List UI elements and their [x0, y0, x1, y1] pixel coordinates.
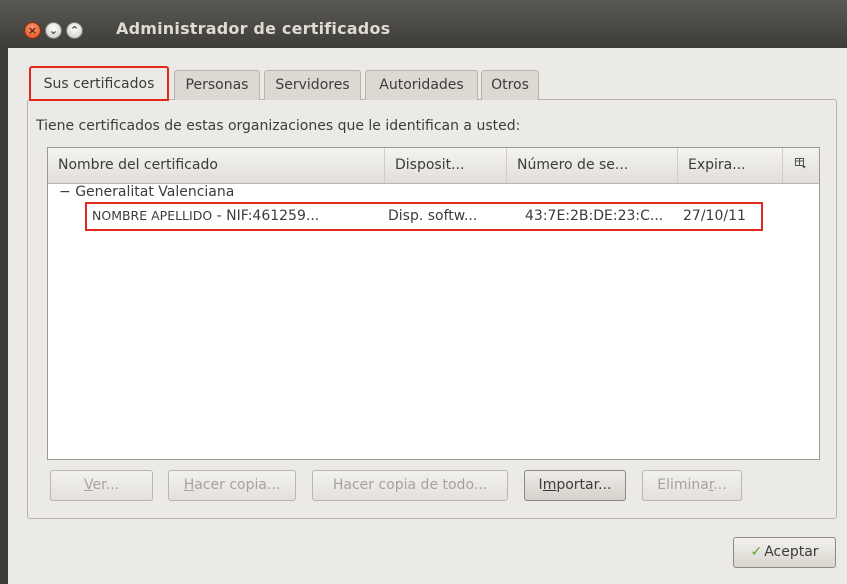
tree-group-generalitat[interactable]: − Generalitat Valenciana [59, 184, 234, 200]
tab-personas[interactable]: Personas [174, 70, 260, 100]
hacer-copia-button[interactable]: Hacer copia... [168, 470, 296, 501]
table-row[interactable]: NOMBRE APELLIDO - NIF:461259... Disp. so… [48, 205, 819, 229]
column-header-nombre[interactable]: Nombre del certificado [48, 148, 385, 183]
aceptar-label: Aceptar [764, 544, 819, 560]
column-header-expira[interactable]: Expira... [678, 148, 783, 183]
group-name: Generalitat Valenciana [75, 184, 235, 200]
aceptar-button[interactable]: ✓ Aceptar [733, 537, 836, 568]
tree-header: Nombre del certificado Disposit... Númer… [48, 148, 819, 184]
eliminar-button[interactable]: Eliminar... [642, 470, 742, 501]
column-picker-icon[interactable] [795, 148, 807, 183]
cell-device: Disp. softw... [388, 208, 478, 224]
column-header-dispositivo[interactable]: Disposit... [385, 148, 507, 183]
tab-otros[interactable]: Otros [481, 70, 539, 100]
checkmark-icon: ✓ [750, 544, 763, 560]
certificate-nif: - NIF:461259... [212, 208, 320, 224]
cell-serial: 43:7E:2B:DE:23:C... [525, 208, 664, 224]
column-header-numero-serie[interactable]: Número de se... [507, 148, 678, 183]
maximize-window-icon[interactable]: ⌃ [66, 22, 83, 39]
minimize-window-icon[interactable]: ⌄ [45, 22, 62, 39]
cell-certificate-name: NOMBRE APELLIDO - NIF:461259... [92, 208, 319, 224]
tab-servidores[interactable]: Servidores [264, 70, 361, 100]
window-border [0, 48, 8, 584]
description-text: Tiene certificados de estas organizacion… [36, 118, 521, 134]
tab-autoridades[interactable]: Autoridades [365, 70, 478, 100]
hacer-copia-de-todo-button[interactable]: Hacer copia de todo... [312, 470, 508, 501]
expander-icon[interactable]: − [59, 184, 71, 200]
tab-sus-certificados[interactable]: Sus certificados [29, 66, 169, 101]
certificate-tree[interactable]: Nombre del certificado Disposit... Númer… [47, 147, 820, 460]
cell-expires: 27/10/11 [683, 208, 746, 224]
certificate-holder-name: NOMBRE APELLIDO [92, 208, 213, 223]
importar-button[interactable]: Importar... [524, 470, 626, 501]
window-title: Administrador de certificados [116, 19, 391, 38]
title-bar: × ⌄ ⌃ Administrador de certificados [0, 0, 847, 48]
ver-button[interactable]: Ver... [50, 470, 153, 501]
close-window-icon[interactable]: × [24, 22, 41, 39]
